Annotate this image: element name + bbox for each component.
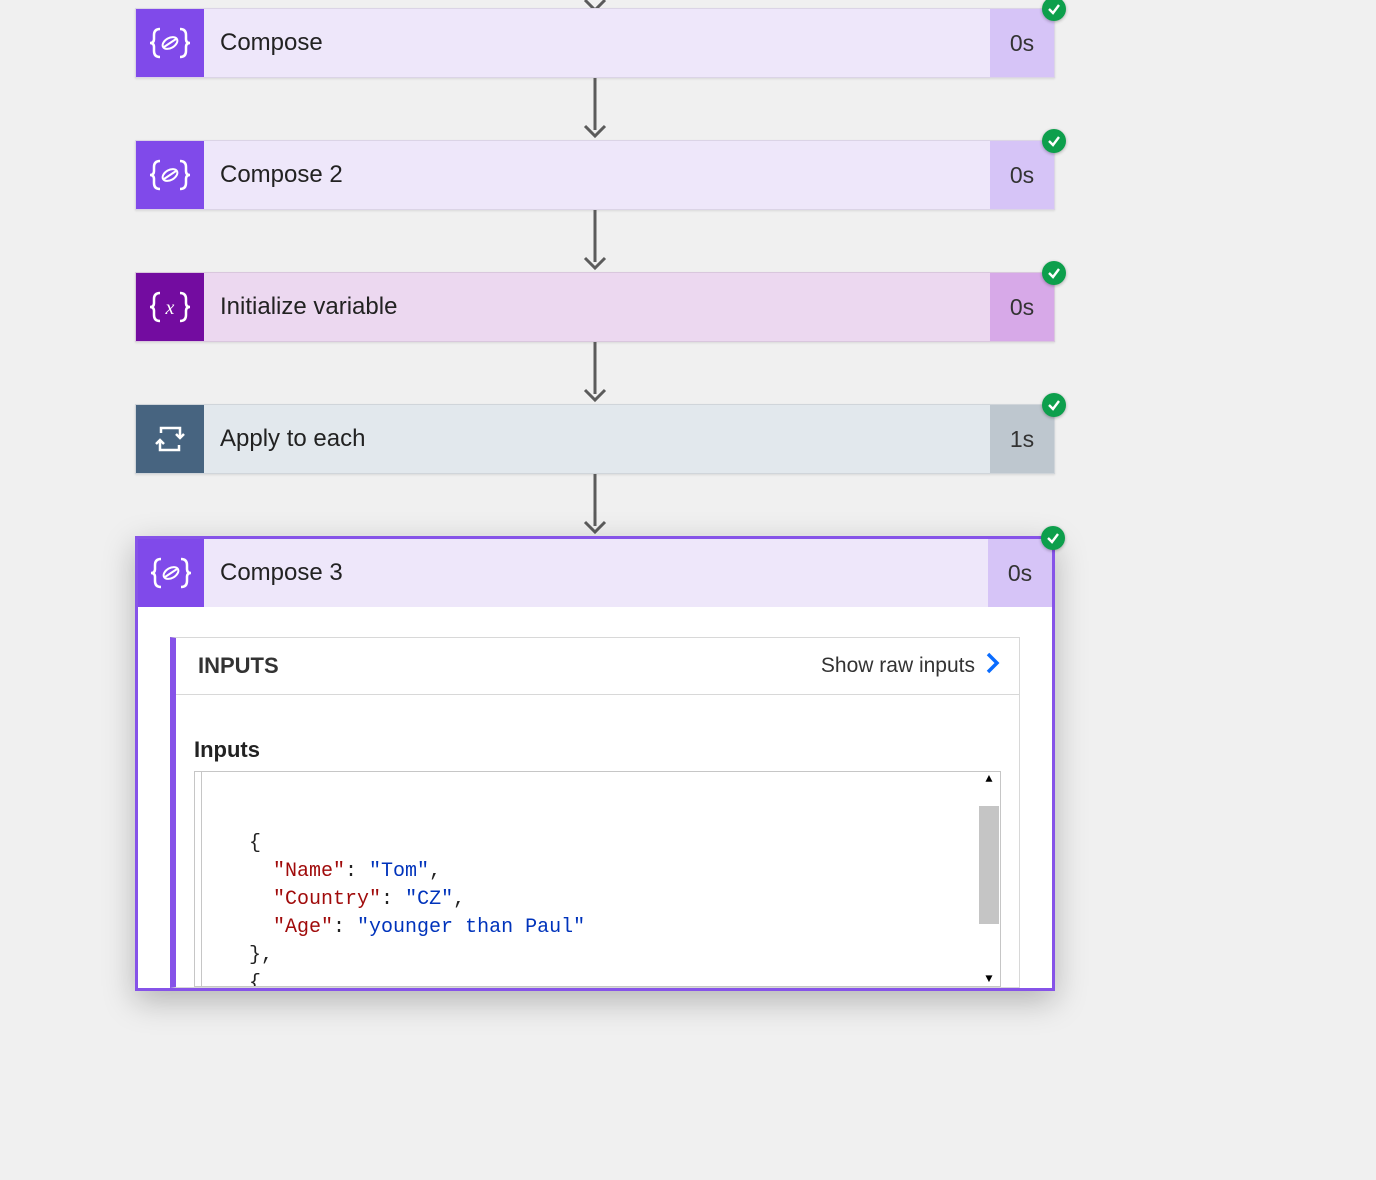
step-apply-to-each[interactable]: Apply to each 1s: [135, 404, 1055, 474]
step-duration: 0s: [988, 539, 1052, 607]
scrollbar-thumb[interactable]: [979, 806, 999, 924]
step-title: Compose 2: [204, 141, 990, 209]
success-check-icon: [1041, 526, 1065, 550]
step-compose-3-expanded[interactable]: Compose 3 0s INPUTS Show raw inputs I: [135, 536, 1055, 991]
svg-text:x: x: [165, 297, 175, 319]
step-compose[interactable]: Compose 0s: [135, 8, 1055, 78]
success-check-icon: [1042, 129, 1066, 153]
inputs-panel-title: INPUTS: [198, 653, 279, 679]
scrollbar[interactable]: ▲ ▼: [979, 772, 999, 986]
step-duration: 1s: [990, 405, 1054, 473]
success-check-icon: [1042, 0, 1066, 21]
braces-pencil-icon: [136, 141, 204, 209]
flow-arrow: [135, 78, 1055, 140]
scroll-up-icon[interactable]: ▲: [979, 772, 999, 786]
inputs-panel: INPUTS Show raw inputs Inputs { "Name": …: [170, 637, 1020, 988]
show-raw-inputs-link[interactable]: Show raw inputs: [821, 652, 1001, 680]
braces-pencil-icon: [136, 9, 204, 77]
step-header[interactable]: Compose 3 0s: [138, 539, 1052, 607]
braces-pencil-icon: [138, 539, 204, 607]
step-duration: 0s: [990, 9, 1054, 77]
flow-arrow: [135, 0, 1055, 8]
step-initialize-variable[interactable]: x Initialize variable 0s: [135, 272, 1055, 342]
chevron-right-icon: [985, 652, 1001, 680]
step-title: Apply to each: [204, 405, 990, 473]
step-duration: 0s: [990, 141, 1054, 209]
loop-arrows-icon: [136, 405, 204, 473]
step-duration: 0s: [990, 273, 1054, 341]
step-title: Compose 3: [204, 539, 988, 607]
step-compose-2[interactable]: Compose 2 0s: [135, 140, 1055, 210]
scroll-down-icon[interactable]: ▼: [979, 972, 999, 986]
flow-arrow: [135, 210, 1055, 272]
flow-arrow: [135, 474, 1055, 536]
success-check-icon: [1042, 261, 1066, 285]
step-title: Initialize variable: [204, 273, 990, 341]
success-check-icon: [1042, 393, 1066, 417]
inputs-subtitle: Inputs: [194, 737, 1001, 763]
step-title: Compose: [204, 9, 990, 77]
inputs-json-viewer[interactable]: { "Name": "Tom", "Country": "CZ", "Age":…: [194, 771, 1001, 987]
show-raw-inputs-label: Show raw inputs: [821, 654, 975, 678]
flow-arrow: [135, 342, 1055, 404]
braces-x-icon: x: [136, 273, 204, 341]
